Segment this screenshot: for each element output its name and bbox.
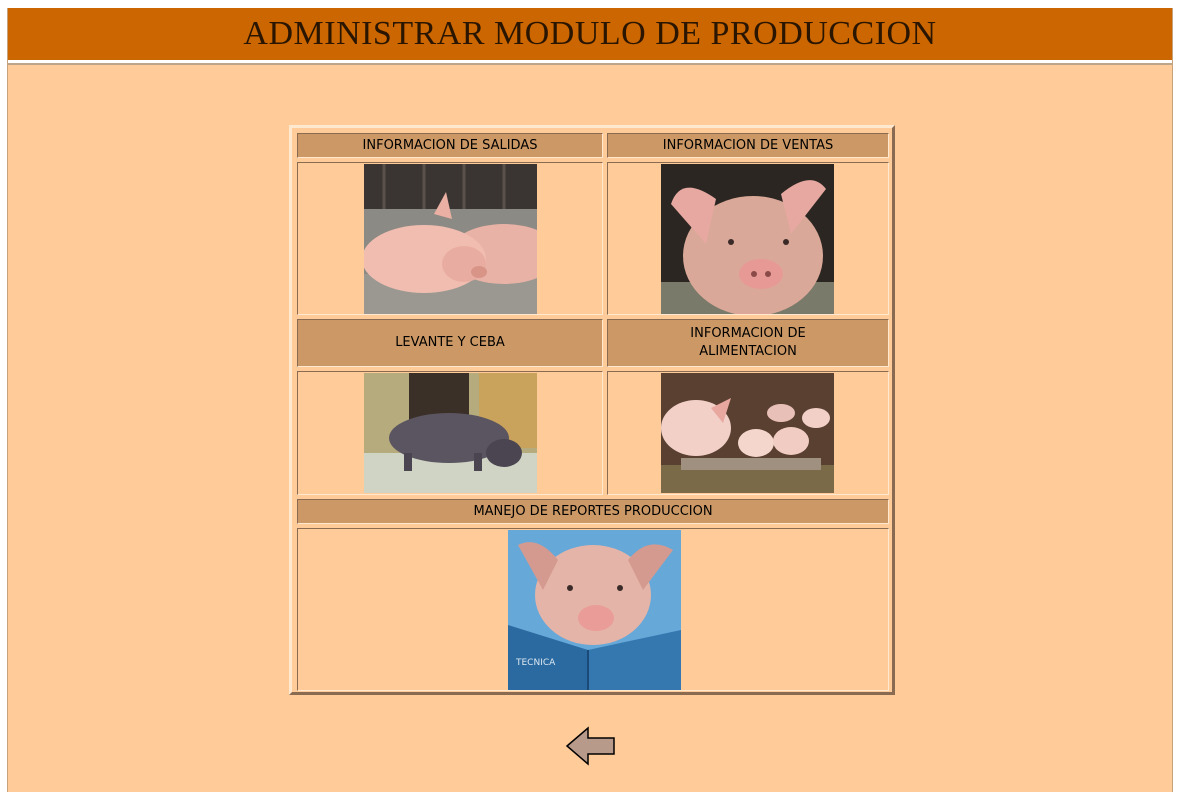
alimentacion-label-line1: INFORMACION DE [690, 326, 806, 341]
salidas-photo-cell [297, 162, 603, 315]
alimentacion-label-line2: ALIMENTACION [699, 344, 797, 359]
page: ADMINISTRAR MODULO DE PRODUCCION INFORMA… [7, 8, 1173, 792]
alimentacion-photo-cell [607, 371, 889, 495]
alimentacion-pig-photo[interactable] [661, 373, 834, 493]
salidas-label[interactable]: INFORMACION DE SALIDAS [297, 133, 603, 158]
production-menu: INFORMACION DE SALIDAS INFORMACION DE VE… [289, 125, 895, 695]
reportes-pig-photo[interactable]: TECNICA [508, 530, 681, 690]
levante-label[interactable]: LEVANTE Y CEBA [297, 319, 603, 367]
book-cover-text: TECNICA [515, 658, 556, 668]
ventas-pig-photo[interactable] [661, 164, 834, 314]
levante-pig-photo[interactable] [364, 373, 537, 493]
salidas-pig-photo[interactable] [364, 164, 537, 314]
reportes-photo-cell: TECNICA [297, 528, 889, 691]
reportes-label[interactable]: MANEJO DE REPORTES PRODUCCION [297, 499, 889, 524]
alimentacion-label[interactable]: INFORMACION DE ALIMENTACION [607, 319, 889, 367]
page-header: ADMINISTRAR MODULO DE PRODUCCION [8, 8, 1172, 63]
ventas-photo-cell [607, 162, 889, 315]
left-arrow-icon[interactable] [564, 722, 618, 770]
ventas-label[interactable]: INFORMACION DE VENTAS [607, 133, 889, 158]
levante-photo-cell [297, 371, 603, 495]
page-title: ADMINISTRAR MODULO DE PRODUCCION [243, 15, 937, 52]
